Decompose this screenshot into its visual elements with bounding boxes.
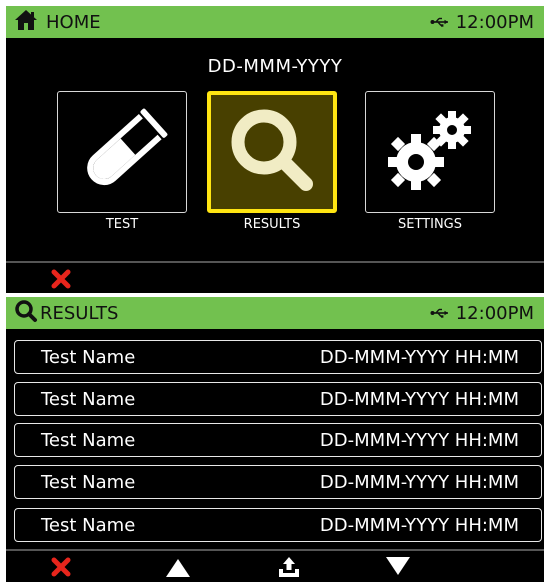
screen-title: RESULTS bbox=[40, 302, 119, 324]
test-tile-label: TEST bbox=[105, 217, 139, 232]
home-status-bar: HOME 12:00PM bbox=[6, 6, 544, 38]
result-row[interactable]: Test Name DD-MMM-YYYY HH:MM bbox=[14, 382, 542, 416]
results-bottom-bar bbox=[6, 549, 544, 582]
home-bottom-bar bbox=[6, 261, 544, 293]
result-datetime: DD-MMM-YYYY HH:MM bbox=[319, 429, 519, 451]
results-tile[interactable] bbox=[207, 91, 337, 213]
result-test-name: Test Name bbox=[41, 514, 136, 536]
test-tile[interactable] bbox=[57, 91, 187, 213]
clock: 12:00PM bbox=[455, 302, 534, 324]
usb-icon bbox=[430, 304, 450, 323]
arrow-down-icon[interactable] bbox=[384, 555, 412, 577]
date-display: DD-MMM-YYYY bbox=[207, 56, 343, 77]
magnifier-icon bbox=[222, 100, 322, 204]
close-icon[interactable] bbox=[50, 556, 72, 578]
result-test-name: Test Name bbox=[41, 388, 136, 410]
result-test-name: Test Name bbox=[41, 346, 136, 368]
export-icon[interactable] bbox=[277, 555, 301, 579]
usb-icon bbox=[430, 13, 450, 32]
results-screen: RESULTS 12:00PM Test Name DD-MMM-YYYY HH… bbox=[6, 297, 544, 582]
screen-title: HOME bbox=[46, 11, 101, 33]
result-row[interactable]: Test Name DD-MMM-YYYY HH:MM bbox=[14, 340, 542, 374]
results-tile-label: RESULTS bbox=[243, 217, 301, 232]
gears-icon bbox=[378, 98, 482, 206]
arrow-up-icon[interactable] bbox=[164, 556, 192, 578]
home-screen: HOME 12:00PM DD-MMM-YYYY TEST RESULTS SE… bbox=[6, 6, 544, 293]
clock: 12:00PM bbox=[455, 11, 534, 33]
magnifier-icon bbox=[14, 299, 38, 327]
result-datetime: DD-MMM-YYYY HH:MM bbox=[319, 514, 519, 536]
result-datetime: DD-MMM-YYYY HH:MM bbox=[319, 388, 519, 410]
close-icon[interactable] bbox=[50, 268, 72, 290]
result-row[interactable]: Test Name DD-MMM-YYYY HH:MM bbox=[14, 465, 542, 499]
home-icon bbox=[14, 9, 38, 35]
result-test-name: Test Name bbox=[41, 429, 136, 451]
results-status-bar: RESULTS 12:00PM bbox=[6, 297, 544, 329]
settings-tile[interactable] bbox=[365, 91, 495, 213]
result-datetime: DD-MMM-YYYY HH:MM bbox=[319, 471, 519, 493]
settings-tile-label: SETTINGS bbox=[397, 217, 462, 232]
result-test-name: Test Name bbox=[41, 471, 136, 493]
result-row[interactable]: Test Name DD-MMM-YYYY HH:MM bbox=[14, 423, 542, 457]
test-tube-icon bbox=[68, 100, 176, 204]
result-row[interactable]: Test Name DD-MMM-YYYY HH:MM bbox=[14, 508, 542, 542]
result-datetime: DD-MMM-YYYY HH:MM bbox=[319, 346, 519, 368]
